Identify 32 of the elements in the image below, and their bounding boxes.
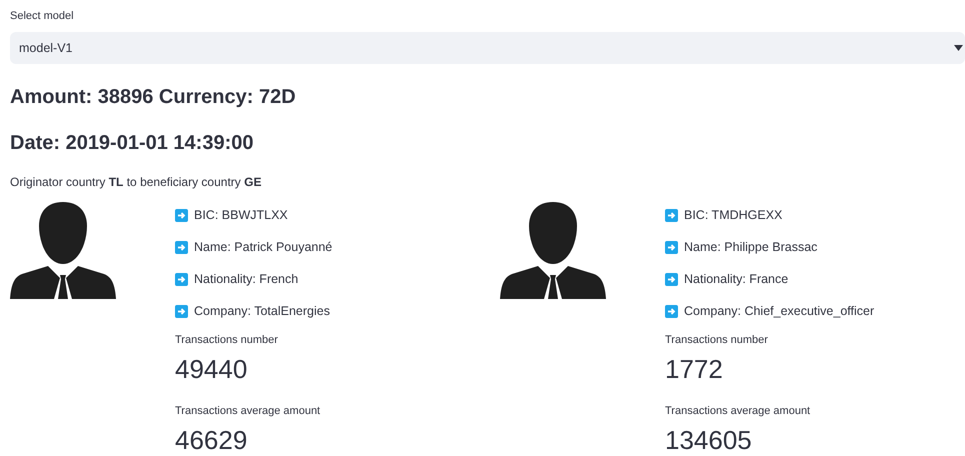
arrow-right-icon <box>665 209 678 222</box>
caret-down-icon <box>954 45 963 51</box>
person-silhouette-icon <box>10 200 116 300</box>
detail-text: Name: Patrick Pouyanné <box>194 239 332 256</box>
arrow-right-icon <box>175 273 188 286</box>
route-text: Originator country TL to beneficiary country GE <box>10 174 262 190</box>
heading: Amount: 38896 Currency: 72D <box>10 85 296 110</box>
metric-label: Transactions average amount <box>665 404 812 419</box>
arrow-right-icon <box>175 209 188 222</box>
metric-value: 1772 <box>665 353 724 386</box>
metric-label: Transactions number <box>665 333 769 348</box>
metric-label: Transactions average amount <box>175 404 322 419</box>
detail-text: Company: Chief_executive_officer <box>684 303 874 320</box>
arrow-right-icon <box>665 305 678 318</box>
select-label: Select model <box>10 9 74 24</box>
detail-text: Company: TotalEnergies <box>194 303 330 320</box>
person-silhouette-icon <box>500 200 606 300</box>
detail-text: Nationality: French <box>194 271 298 288</box>
metric-value: 134605 <box>665 424 753 456</box>
metric-value: 46629 <box>175 424 248 456</box>
detail-text: BIC: TMDHGEXX <box>684 207 782 224</box>
arrow-right-icon <box>665 241 678 254</box>
heading: Date: 2019-01-01 14:39:00 <box>10 131 254 156</box>
arrow-right-icon <box>175 305 188 318</box>
model-select[interactable]: model-V1 <box>10 32 965 64</box>
metric-label: Transactions number <box>175 333 279 348</box>
detail-text: BIC: BBWJTLXX <box>194 207 288 224</box>
detail-text: Nationality: France <box>684 271 788 288</box>
arrow-right-icon <box>175 241 188 254</box>
detail-text: Name: Philippe Brassac <box>684 239 818 256</box>
metric-value: 49440 <box>175 353 248 386</box>
arrow-right-icon <box>665 273 678 286</box>
